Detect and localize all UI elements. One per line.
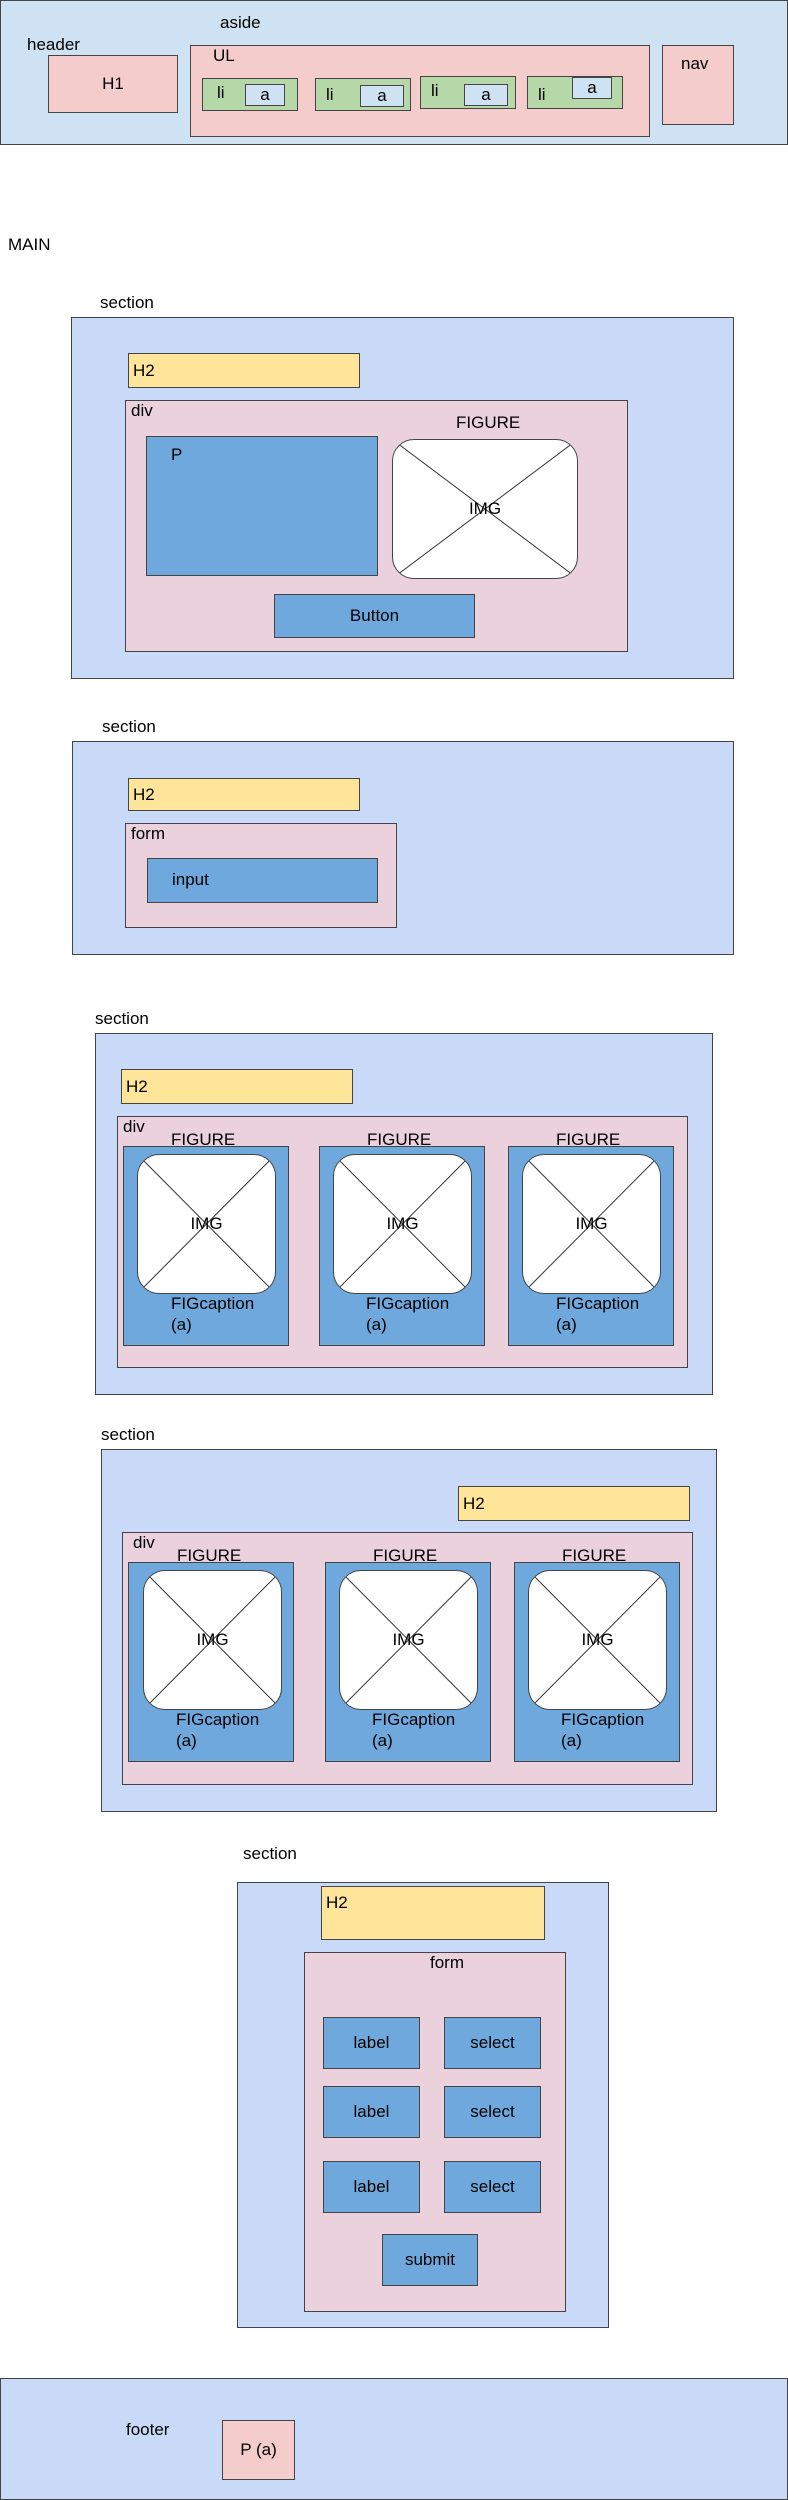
section-label: section: [243, 1844, 297, 1863]
figcaption-link[interactable]: (a): [561, 1731, 582, 1751]
form-text: form: [430, 1953, 464, 1972]
link-a[interactable]: a: [245, 84, 285, 106]
image-placeholder: IMG: [528, 1570, 667, 1710]
select-text: select: [470, 2033, 515, 2052]
section-label: section: [100, 293, 154, 312]
figcaption-text: FIGcaption: [556, 1294, 640, 1313]
li-item: li a: [202, 78, 298, 111]
section-label: section: [101, 1425, 155, 1444]
submit-button[interactable]: submit: [382, 2234, 478, 2286]
h2-text: H2: [133, 785, 155, 804]
link-a-text: a: [377, 86, 387, 105]
nav-text: nav: [681, 54, 709, 73]
image-text: IMG: [392, 1630, 425, 1649]
footer-region: [0, 2378, 788, 2500]
figcaption-text: FIGcaption: [171, 1294, 255, 1313]
h2-text: H2: [326, 1893, 348, 1912]
h2-text: H2: [463, 1494, 485, 1513]
paragraph-text: P: [171, 445, 183, 464]
image-text: IMG: [581, 1630, 614, 1649]
figure-label: FIGURE: [456, 413, 521, 432]
label-text: label: [353, 2102, 390, 2121]
h1-block: H1: [48, 55, 178, 113]
link-a[interactable]: a: [464, 84, 508, 106]
text-input[interactable]: input: [147, 858, 378, 903]
select-field[interactable]: select: [444, 2017, 541, 2069]
input-text: input: [172, 870, 209, 889]
li-item: li a: [420, 76, 516, 109]
figcaption-link[interactable]: (a): [171, 1315, 192, 1335]
form-label: label: [323, 2161, 420, 2213]
image-text: IMG: [196, 1630, 229, 1649]
figcaption-text: FIGcaption: [372, 1710, 456, 1729]
image-placeholder: IMG: [522, 1154, 661, 1294]
h2-block: H2: [128, 353, 360, 388]
li-item: li a: [315, 78, 411, 111]
section-label: section: [95, 1009, 149, 1028]
figcaption-link[interactable]: (a): [556, 1315, 577, 1335]
image-text: IMG: [386, 1214, 419, 1233]
select-text: select: [470, 2102, 515, 2121]
image-placeholder: IMG: [137, 1154, 276, 1294]
label-text: label: [353, 2177, 390, 2196]
nav-block: nav: [662, 45, 734, 125]
footer-label: footer: [126, 2420, 170, 2439]
footer-paragraph: P (a): [222, 2420, 295, 2480]
select-field[interactable]: select: [444, 2086, 541, 2138]
div-text: div: [131, 401, 153, 420]
h1-text: H1: [102, 74, 124, 93]
image-placeholder: IMG: [339, 1570, 478, 1710]
paragraph-block: P: [146, 436, 378, 576]
link-a-text: a: [260, 85, 270, 104]
image-placeholder: IMG: [392, 439, 578, 579]
h2-block: H2: [321, 1886, 545, 1940]
li-item: li a: [527, 76, 623, 109]
button-text: Button: [349, 606, 400, 625]
image-text: IMG: [190, 1214, 223, 1233]
figcaption-link[interactable]: (a): [176, 1731, 197, 1751]
footer-paragraph-text[interactable]: P (a): [240, 2440, 277, 2460]
figcaption-text: FIGcaption: [176, 1710, 260, 1729]
header-label: header: [27, 35, 80, 54]
action-button[interactable]: Button: [274, 594, 475, 638]
figcaption-text: FIGcaption: [561, 1710, 645, 1729]
label-text: label: [353, 2033, 390, 2052]
link-a-text: a: [587, 78, 597, 97]
li-text: li: [217, 83, 225, 102]
image-placeholder: IMG: [143, 1570, 282, 1710]
link-a-text: a: [481, 85, 491, 104]
form-label: label: [323, 2086, 420, 2138]
section-label: section: [102, 717, 156, 736]
h2-block: H2: [128, 778, 360, 811]
h2-block: H2: [458, 1486, 690, 1521]
li-text: li: [538, 85, 546, 104]
link-a[interactable]: a: [572, 77, 612, 99]
li-text: li: [326, 85, 334, 104]
div-text: div: [133, 1533, 155, 1552]
div-text: div: [123, 1117, 145, 1136]
submit-text: submit: [404, 2250, 456, 2269]
select-field[interactable]: select: [444, 2161, 541, 2213]
image-text: IMG: [468, 499, 502, 518]
form-label: label: [323, 2017, 420, 2069]
figcaption-link[interactable]: (a): [366, 1315, 387, 1335]
h2-block: H2: [121, 1069, 353, 1104]
aside-label: aside: [220, 13, 261, 32]
h2-text: H2: [133, 361, 155, 380]
form-text: form: [131, 824, 165, 843]
figcaption-link[interactable]: (a): [372, 1731, 393, 1751]
ul-text: UL: [213, 46, 235, 65]
h2-text: H2: [126, 1077, 148, 1096]
image-text: IMG: [575, 1214, 608, 1233]
main-label: MAIN: [8, 235, 51, 254]
li-text: li: [431, 81, 439, 100]
link-a[interactable]: a: [360, 85, 404, 107]
image-placeholder: IMG: [333, 1154, 472, 1294]
figcaption-text: FIGcaption: [366, 1294, 450, 1313]
select-text: select: [470, 2177, 515, 2196]
